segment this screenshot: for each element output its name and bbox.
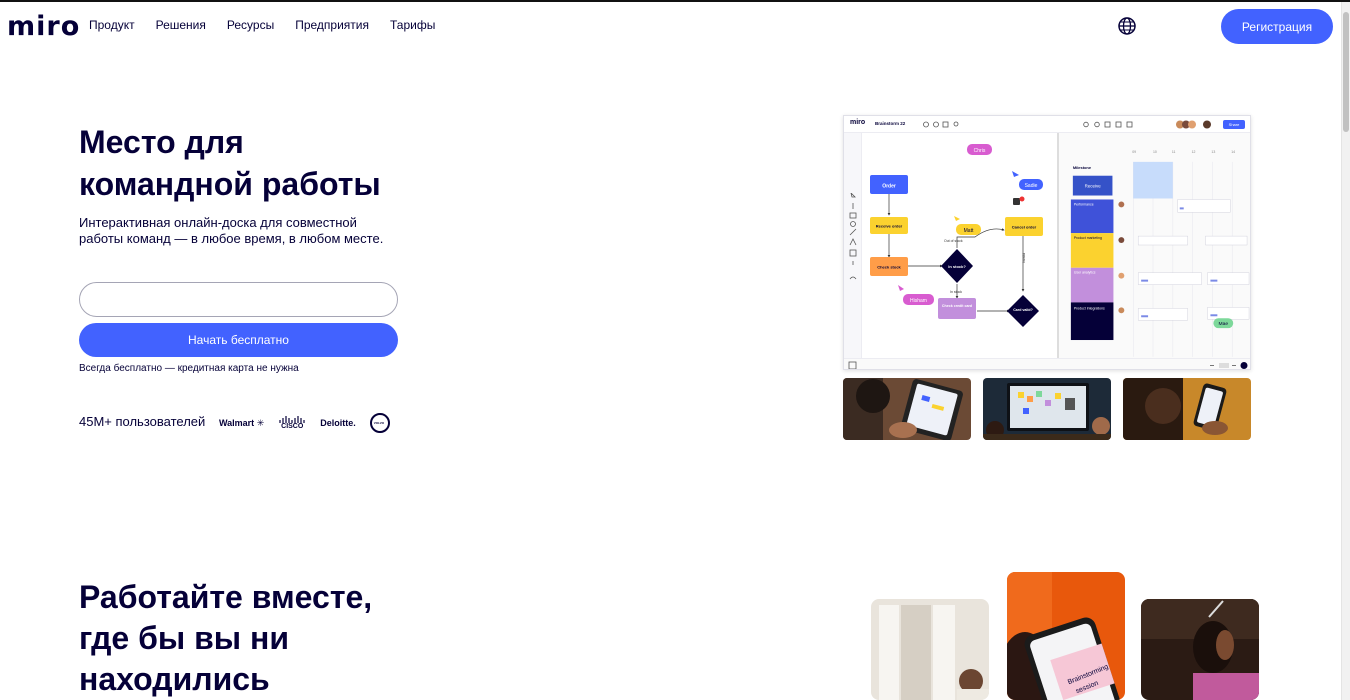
page-scrollbar[interactable]	[1341, 2, 1350, 700]
photo-card-remote-worker	[871, 599, 989, 700]
timeline-row-performance-label: Performance	[1074, 202, 1094, 206]
globe-icon[interactable]	[1117, 16, 1137, 36]
board-toolbar: miro Brainstorm 22 Share	[844, 116, 1250, 133]
notification-dot	[1019, 196, 1025, 202]
cursor-hisham-arrow	[898, 285, 904, 291]
photo-phone-user	[1123, 378, 1251, 440]
flow-label-out-of-stock: Out of stock	[944, 239, 963, 243]
flow-node-card-valid-q-label: Card valid?	[1013, 308, 1033, 312]
flow-node-check-credit-card-label: Check credit card	[942, 304, 972, 308]
flow-node-receive-order-label: Receive order	[876, 224, 903, 229]
photo-card-thinking-person	[1141, 599, 1259, 700]
volvo-logo: VOLVO	[369, 413, 390, 433]
nav-item-product[interactable]: Продукт	[89, 18, 135, 32]
board-right-toolbar	[1083, 120, 1211, 129]
start-free-button[interactable]: Начать бесплатно	[79, 323, 398, 357]
hero-subtitle-line2: работы команд — в любое время, в любом м…	[79, 231, 384, 246]
flow-node-cancel-order-label: Cancel order	[1012, 225, 1037, 230]
timeline-receive-label: Receive	[1085, 184, 1102, 189]
board-tools-icons	[923, 121, 959, 128]
email-input[interactable]	[79, 282, 398, 317]
cisco-logo: CISCO	[279, 416, 305, 430]
cursor-sadie: Sadie	[1025, 183, 1038, 189]
section2-title-line3: находились	[79, 661, 270, 697]
cursor-matt: Matt	[964, 228, 974, 234]
timeline-row-integrations-label: Product Integrations	[1074, 306, 1105, 310]
hero-title-line1: Место для	[79, 124, 244, 160]
board-name: Brainstorm 22	[875, 121, 906, 126]
photo-card-phone-brainstorm: Brainstorming session	[1007, 572, 1125, 700]
brand-logos: Walmart ✳ CISCO Deloitte. VOLVO	[219, 413, 390, 433]
timeline-col-11: 11	[1172, 150, 1176, 154]
photo-team-screen	[983, 378, 1111, 440]
hero-title-line2: командной работы	[79, 166, 381, 202]
cursor-sadie-arrow	[1012, 171, 1019, 177]
timeline-col-09: 09	[1132, 150, 1136, 154]
cursor-hisham: Hisham	[910, 298, 927, 304]
users-count: 45M+ пользователей	[79, 414, 206, 429]
board-preview: miro Brainstorm 22 Share Order Receive o…	[843, 115, 1251, 370]
flow-node-check-credit-card	[938, 298, 976, 319]
board-bottom-bar	[844, 358, 1250, 369]
comment-icon	[1013, 198, 1020, 205]
main-nav: Продукт Решения Ресурсы Предприятия Тари…	[89, 18, 435, 32]
timeline-board: 09 10 11 12 13 14 Milestone Receive Perf…	[1057, 133, 1250, 358]
board-share-button[interactable]: Share	[1223, 120, 1245, 129]
timeline-title: Milestone	[1073, 165, 1092, 170]
hero-subtitle-line1: Интерактивная онлайн-доска для совместно…	[79, 215, 357, 230]
section2-title-line1: Работайте вместе,	[79, 579, 373, 615]
timeline-col-14: 14	[1231, 150, 1235, 154]
cursor-matt-arrow	[954, 216, 960, 221]
flow-node-order-label: Order	[882, 184, 896, 190]
flow-label-invalid: Invalid	[1022, 253, 1026, 263]
nav-item-pricing[interactable]: Тарифы	[390, 18, 435, 32]
cursor-mae: Mae	[1218, 321, 1228, 327]
deloitte-logo: Deloitte.	[320, 418, 356, 428]
timeline-row-marketing-label: Product marketing	[1074, 236, 1102, 240]
free-note: Всегда бесплатно — кредитная карта не ну…	[79, 363, 299, 374]
flow-label-in-stock: In stock	[950, 290, 962, 294]
miro-logo[interactable]: miro	[7, 11, 80, 42]
flow-node-in-stock-q-label: In stock?	[948, 264, 966, 269]
section2-title-line2: где бы вы ни	[79, 620, 289, 656]
timeline-col-10: 10	[1153, 150, 1157, 154]
nav-item-resources[interactable]: Ресурсы	[227, 18, 274, 32]
section2-title: Работайте вместе, где бы вы ни находилис…	[79, 577, 439, 700]
timeline-highlight	[1133, 161, 1173, 199]
scrollbar-thumb[interactable]	[1343, 12, 1349, 132]
photo-tablet-user	[843, 378, 971, 440]
board-left-toolbar	[844, 133, 862, 369]
flow-node-check-stock-label: Check stock	[877, 265, 901, 270]
board-logo: miro	[850, 119, 866, 126]
timeline-col-13: 13	[1211, 150, 1215, 154]
cursor-chris: Chris	[974, 148, 986, 154]
signup-button[interactable]: Регистрация	[1221, 9, 1333, 44]
walmart-logo: Walmart ✳	[219, 417, 265, 428]
nav-item-solutions[interactable]: Решения	[156, 18, 206, 32]
flowchart: Order Receive order Check stock In stock…	[870, 144, 1043, 327]
hero-subtitle: Интерактивная онлайн-доска для совместно…	[79, 215, 399, 247]
nav-item-enterprise[interactable]: Предприятия	[295, 18, 369, 32]
timeline-row-analytics-label: User analytics	[1074, 271, 1096, 275]
hero-title: Место для командной работы	[79, 121, 439, 205]
window-top-border	[0, 0, 1350, 2]
timeline-col-12: 12	[1192, 150, 1196, 154]
